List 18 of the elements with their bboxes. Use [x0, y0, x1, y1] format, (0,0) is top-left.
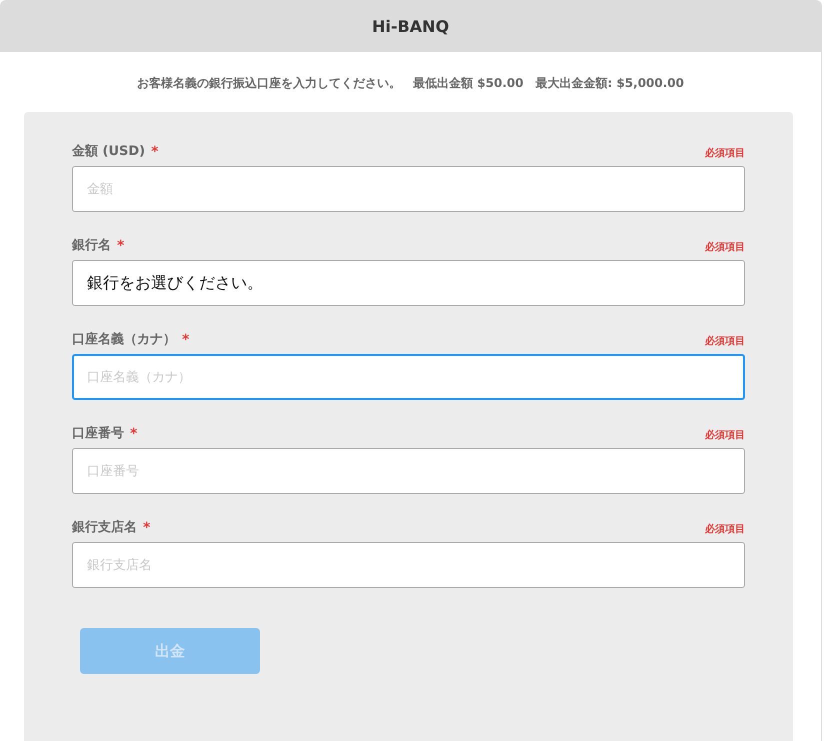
- field-label: 金額 (USD): [72, 142, 146, 160]
- field-label: 口座名義（カナ）: [72, 330, 176, 348]
- required-asterisk: *: [182, 332, 190, 348]
- instructions-text: お客様名義の銀行振込口座を入力してください。 最低出金額 $50.00 最大出金金額: $5,000.00: [136, 75, 686, 92]
- window-title: Hi-BANQ: [372, 16, 450, 36]
- required-note: 必須項目: [705, 240, 745, 254]
- required-asterisk: *: [151, 144, 158, 160]
- field-label: 銀行支店名: [72, 518, 137, 536]
- required-asterisk: *: [143, 520, 150, 536]
- field-label: 銀行名: [72, 237, 111, 254]
- required-asterisk: *: [130, 426, 138, 442]
- required-asterisk: *: [117, 238, 124, 254]
- required-note: 必須項目: [705, 522, 745, 536]
- required-note: 必須項目: [705, 146, 745, 160]
- field-label: 口座番号: [72, 424, 124, 442]
- required-note: 必須項目: [705, 334, 745, 348]
- input-field[interactable]: 銀行をお選びください。: [72, 260, 745, 306]
- required-note: 必須項目: [705, 428, 745, 442]
